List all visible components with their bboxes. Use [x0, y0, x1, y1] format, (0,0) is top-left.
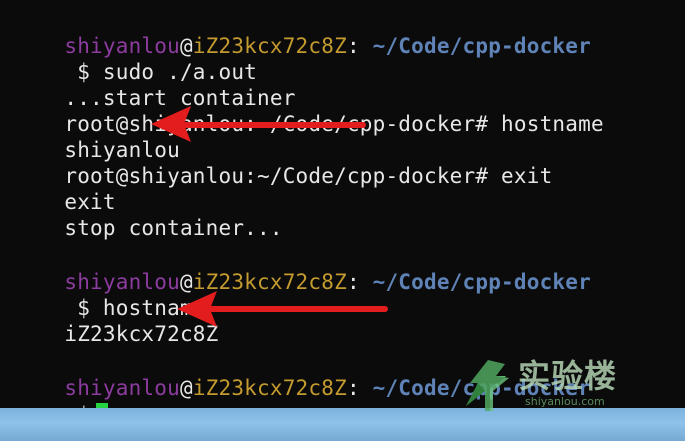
- prompt-colon: :: [346, 376, 360, 400]
- prompt-at: @: [179, 376, 193, 400]
- prompt-line-3: shiyanlou@iZ23kcx72c8Z: ~/Code/cpp-docke…: [13, 349, 591, 400]
- output-line-host-hostname: iZ23kcx72c8Z: [13, 295, 219, 346]
- command-line-2: $ hostname: [13, 269, 206, 320]
- prompt-host: iZ23kcx72c8Z: [192, 270, 347, 294]
- prompt-host: iZ23kcx72c8Z: [192, 376, 347, 400]
- command-input-line[interactable]: $: [13, 376, 109, 408]
- bottom-bar: [0, 408, 685, 441]
- prompt-path: ~/Code/cpp-docker: [359, 376, 591, 400]
- output-text: iZ23kcx72c8Z: [64, 322, 219, 346]
- root-command-line-exit: root@shiyanlou:~/Code/cpp-docker# exit: [13, 137, 552, 188]
- prompt-colon: :: [346, 34, 360, 58]
- prompt-path: ~/Code/cpp-docker: [359, 34, 591, 58]
- output-line-exit: exit: [13, 163, 116, 214]
- output-text: stop container...: [64, 216, 283, 240]
- prompt-path: ~/Code/cpp-docker: [359, 270, 591, 294]
- output-line-hostname-container: shiyanlou: [13, 111, 180, 162]
- root-command-text: root@shiyanlou:~/Code/cpp-docker# exit: [64, 164, 553, 188]
- root-command-line-hostname: root@shiyanlou:~/Code/cpp-docker# hostna…: [13, 85, 604, 136]
- output-line-stop-container: stop container...: [13, 189, 283, 240]
- command-line-1: $ sudo ./a.out: [13, 33, 257, 84]
- terminal-window[interactable]: shiyanlou@iZ23kcx72c8Z: ~/Code/cpp-docke…: [0, 0, 685, 408]
- prompt-colon: :: [346, 270, 360, 294]
- prompt-line-1: shiyanlou@iZ23kcx72c8Z: ~/Code/cpp-docke…: [13, 7, 591, 58]
- output-line-start-container: ...start container: [13, 59, 296, 110]
- prompt-line-2: shiyanlou@iZ23kcx72c8Z: ~/Code/cpp-docke…: [13, 243, 591, 294]
